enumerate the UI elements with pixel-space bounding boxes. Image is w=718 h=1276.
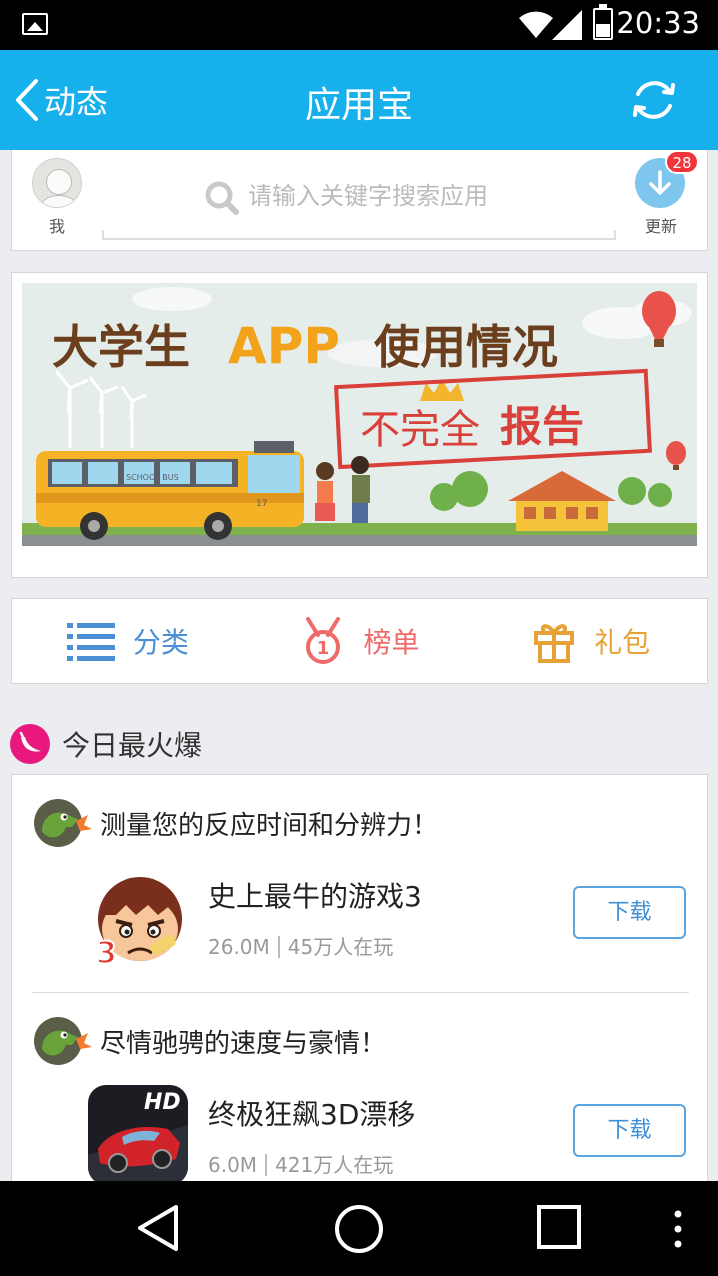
app-icon[interactable]: 3 — [88, 867, 188, 967]
update-button[interactable]: 28 更新 — [635, 150, 699, 237]
signal-icon — [552, 10, 582, 40]
menu-dots-icon[interactable] — [670, 1209, 686, 1249]
app-size: 6.0M — [208, 1153, 258, 1177]
recommend-list: 测量您的反应时间和分辨力！ 3 史上最牛的游戏3 26.0M 45万人在玩 下载 — [11, 774, 708, 1194]
bus-sign-text: SCHOOL BUS — [126, 473, 179, 482]
gift-icon — [534, 624, 575, 663]
list-icon — [66, 623, 115, 661]
hot-air-balloon-icon — [642, 291, 676, 347]
bus-number-text: 17 — [256, 499, 267, 509]
download-button[interactable]: 下载 — [573, 886, 686, 939]
recommend-tagline: 测量您的反应时间和分辨力！ — [100, 811, 439, 841]
gift-label: 礼包 — [594, 626, 651, 659]
battery-icon — [593, 4, 613, 40]
download-button[interactable]: 下载 — [573, 1104, 686, 1157]
list-item[interactable]: 测量您的反应时间和分辨力！ 3 史上最牛的游戏3 26.0M 45万人在玩 下载 — [12, 775, 707, 993]
ranking-button[interactable]: 1 榜单 — [244, 599, 476, 683]
category-label: 分类 — [132, 626, 189, 659]
list-item[interactable]: 尽情驰骋的速度与豪情！ HD 终极狂飙3D漂移 6.0M 421万人在玩 下载 — [12, 993, 707, 1193]
app-name: 史上最牛的游戏3 — [208, 880, 422, 913]
avatar — [32, 158, 82, 208]
app-icon[interactable]: HD — [88, 1085, 188, 1185]
category-button[interactable]: 分类 — [12, 599, 244, 683]
banner-title-prefix: 大学生 — [52, 320, 190, 374]
app-players: 421万人在玩 — [275, 1153, 394, 1177]
ranking-label: 榜单 — [363, 626, 420, 659]
section-header: 今日最火爆 — [10, 722, 202, 766]
app-name: 终极狂飙3D漂移 — [208, 1098, 416, 1131]
banner-title-app: APP — [228, 317, 340, 375]
system-nav-bar — [0, 1181, 718, 1276]
dinosaur-avatar-icon — [34, 1017, 92, 1065]
image-icon — [22, 13, 48, 35]
app-meta: 6.0M 421万人在玩 — [208, 1149, 393, 1178]
search-box[interactable] — [102, 170, 616, 240]
update-label: 更新 — [644, 217, 677, 236]
wifi-icon — [519, 11, 553, 38]
update-circle: 28 — [635, 150, 699, 208]
small-balloon-icon — [666, 441, 686, 470]
banner-illustration: 大学生 APP 使用情况 不完全 报告 SCHOOL BUS 17 — [22, 287, 697, 546]
icon-badge-text: HD — [144, 1090, 181, 1115]
app-meta: 26.0M 45万人在玩 — [208, 931, 393, 960]
back-triangle-icon[interactable] — [134, 1203, 182, 1253]
medal-icon: 1 — [305, 617, 340, 664]
status-bar: 20:33 — [0, 0, 718, 50]
quick-nav: 分类 1 榜单 礼包 — [11, 598, 708, 684]
recommend-tagline: 尽情驰骋的速度与豪情！ — [100, 1029, 387, 1059]
clock: 20:33 — [616, 6, 700, 40]
search-input[interactable] — [248, 176, 588, 216]
pepper-icon — [10, 724, 50, 764]
update-count-badge: 28 — [665, 150, 699, 174]
cartoon-face-icon: 3 — [88, 867, 188, 967]
section-title: 今日最火爆 — [62, 729, 203, 762]
page-title: 应用宝 — [304, 85, 413, 126]
title-bar: 动态 应用宝 — [0, 50, 718, 150]
stamp-bold: 报告 — [500, 402, 584, 451]
refresh-icon[interactable] — [630, 76, 678, 124]
app-players: 45万人在玩 — [287, 935, 394, 959]
me-button[interactable]: 我 — [32, 158, 82, 237]
app-size: 26.0M — [208, 935, 270, 959]
promo-banner[interactable]: 大学生 APP 使用情况 不完全 报告 SCHOOL BUS 17 — [22, 283, 697, 546]
gift-button[interactable]: 礼包 — [475, 599, 707, 683]
icon-badge-text: 3 — [96, 936, 117, 967]
home-circle-icon[interactable] — [333, 1203, 385, 1255]
recents-square-icon[interactable] — [536, 1203, 582, 1251]
dinosaur-avatar-icon — [34, 799, 92, 847]
me-label: 我 — [48, 217, 65, 236]
meta-divider — [277, 936, 280, 958]
meta-divider — [265, 1154, 268, 1176]
school-bus-icon: SCHOOL BUS 17 — [36, 441, 304, 540]
svg-text:1: 1 — [316, 638, 329, 659]
banner-title-suffix: 使用情况 — [374, 320, 558, 374]
race-car-icon: HD — [88, 1085, 188, 1185]
search-card: 我 28 更新 — [11, 150, 708, 251]
house-icon — [508, 471, 616, 531]
banner-card: 大学生 APP 使用情况 不完全 报告 SCHOOL BUS 17 — [11, 272, 708, 578]
search-icon — [205, 181, 239, 215]
stamp-plain: 不完全 — [360, 407, 480, 453]
